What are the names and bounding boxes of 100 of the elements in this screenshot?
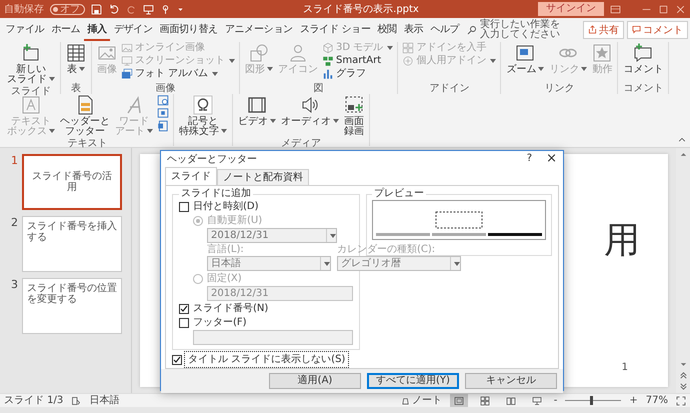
ribbon-tab[interactable]: 表示: [400, 18, 427, 41]
close-button[interactable]: ×: [546, 151, 557, 166]
ribbon-button[interactable]: 記号と 特殊文字: [177, 94, 229, 138]
ribbon-tab[interactable]: スライド ショー: [296, 18, 374, 41]
slide-number: 2: [10, 216, 18, 229]
tell-me-field[interactable]: 実行したい作業を入力してください: [466, 20, 565, 40]
caret-icon: [49, 129, 55, 134]
caret-icon: [221, 129, 227, 134]
checkbox-label: タイトル スライドに表示しない(S): [186, 353, 348, 366]
scrollbar[interactable]: [676, 148, 690, 393]
comment-icon: [632, 25, 641, 34]
collapse-icon: [678, 136, 686, 144]
view-button[interactable]: [450, 394, 468, 407]
window-title: スライド番号の表示.pptx: [302, 2, 420, 16]
zoom-out-button[interactable]: -: [554, 394, 558, 406]
checkbox[interactable]: [179, 202, 189, 212]
customize-caret-icon: [177, 6, 184, 12]
sign-in-button[interactable]: サインイン: [538, 2, 604, 16]
ribbon-tab[interactable]: 画面切り替え: [156, 18, 222, 41]
help-button[interactable]: ?: [526, 153, 532, 164]
maximize-icon: [658, 4, 669, 14]
ribbon-button[interactable]: ズーム: [504, 42, 546, 76]
checkbox-label: スライド番号(N): [193, 302, 268, 315]
slide-thumbnail[interactable]: スライド番号を挿入する: [22, 216, 122, 272]
redo-icon: [126, 4, 137, 14]
comments-button[interactable]: コメント: [627, 20, 688, 38]
ribbon-button[interactable]: フォト アルバム: [120, 68, 236, 80]
search-icon: [466, 24, 477, 34]
ribbon-tab[interactable]: デザイン: [110, 18, 156, 41]
group-label: 図: [312, 83, 325, 94]
group-label: コメント: [622, 83, 664, 94]
presentation-icon: [143, 4, 154, 14]
dialog-tab[interactable]: ノートと配布資料: [217, 169, 309, 185]
ribbon-tab[interactable]: ホーム: [48, 18, 84, 41]
group-label: プレビュー: [373, 188, 425, 200]
dialog-button[interactable]: キャンセル: [465, 373, 557, 389]
figure-icon: [288, 43, 308, 63]
ribbon-button[interactable]: [156, 94, 170, 106]
slide-title: 用: [604, 219, 640, 263]
checkbox[interactable]: [179, 304, 189, 314]
ribbon-button[interactable]: コメント: [621, 42, 666, 76]
normal-view-icon: [454, 396, 464, 406]
slide-plus-icon: [21, 43, 41, 63]
caret-icon: [330, 234, 336, 238]
slide-thumbnail[interactable]: スライド番号の位置を変更する: [22, 278, 122, 334]
undo-icon: [108, 3, 120, 15]
caret-icon: [229, 59, 235, 63]
ribbon-button[interactable]: [156, 120, 170, 132]
caret-icon: [270, 119, 276, 124]
fit-to-window-icon: [676, 396, 686, 406]
notes-button[interactable]: ノート: [400, 394, 442, 406]
slide-zoom-icon: [515, 43, 536, 63]
checkbox[interactable]: [172, 354, 182, 364]
slideshow-icon: [532, 396, 542, 406]
placeholder-frame: [435, 211, 483, 229]
ribbon-button[interactable]: 表: [64, 42, 88, 76]
cube-icon: [322, 42, 334, 54]
ribbon-button[interactable]: 画面 録画: [342, 94, 366, 138]
ribbon-button[interactable]: オーディオ: [279, 94, 341, 128]
page-number: 1: [622, 362, 628, 373]
radio-label: 自動更新(U): [207, 214, 262, 227]
object-icon: [157, 120, 169, 132]
previous-slide-icon: [678, 371, 688, 380]
group-label: リンク: [543, 83, 576, 94]
group-label: アドイン: [428, 83, 470, 94]
slider-thumb[interactable]: [590, 396, 593, 405]
slide-thumbnail[interactable]: スライド番号の活用: [22, 154, 122, 210]
dialog-button[interactable]: すべてに適用(Y): [367, 373, 459, 389]
ribbon-button[interactable]: ヘッダーと フッター: [58, 94, 112, 138]
ribbon-tab[interactable]: アニメーション: [221, 18, 296, 41]
caret-icon: [387, 46, 394, 50]
ribbon-button[interactable]: ビデオ: [236, 94, 278, 128]
omega-icon: [193, 95, 213, 115]
table-icon: [66, 43, 86, 63]
ribbon-button[interactable]: [156, 107, 170, 119]
caret-icon: [454, 262, 460, 266]
grid-icon: [402, 42, 414, 54]
comment-icon: [633, 43, 654, 63]
group-label: 表: [70, 83, 82, 94]
slide-number: 3: [10, 278, 18, 291]
ribbon-button[interactable]: グラフ: [321, 68, 394, 80]
dialog-title: ヘッダーとフッター: [167, 152, 258, 166]
text-box-icon: [21, 95, 41, 115]
ribbon-tab[interactable]: ファイル: [2, 18, 48, 41]
checkbox[interactable]: [179, 318, 189, 328]
ribbon-tab[interactable]: 校閲: [374, 18, 400, 41]
dialog-tab[interactable]: スライド: [165, 167, 217, 185]
caret-icon: [212, 72, 218, 76]
ribbon-tab[interactable]: ヘルプ: [426, 18, 463, 41]
picture-icon: [121, 42, 133, 54]
caret-icon: [79, 67, 85, 72]
slide-sorter-icon: [480, 396, 490, 406]
dialog-button[interactable]: 適用(A): [269, 373, 361, 389]
photo-stack-icon: [121, 68, 133, 80]
share-button[interactable]: 共有: [583, 20, 624, 38]
ribbon-button[interactable]: SmartArt: [321, 55, 394, 67]
zoom-in-button[interactable]: +: [629, 394, 638, 406]
caret-icon: [538, 67, 544, 72]
slide-number-icon: [157, 107, 169, 119]
ribbon-button[interactable]: 新しい スライド: [5, 42, 57, 86]
